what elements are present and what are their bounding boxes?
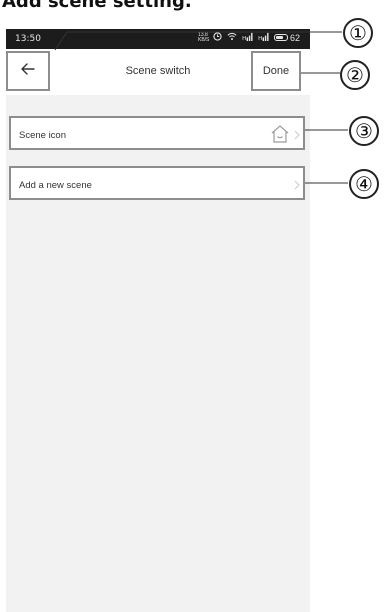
callout-4: ④ [349,169,379,199]
callout-leader-lines [54,31,348,184]
callout-1: ① [343,18,373,48]
callout-2: ② [340,60,370,90]
callout-3: ③ [349,116,379,146]
